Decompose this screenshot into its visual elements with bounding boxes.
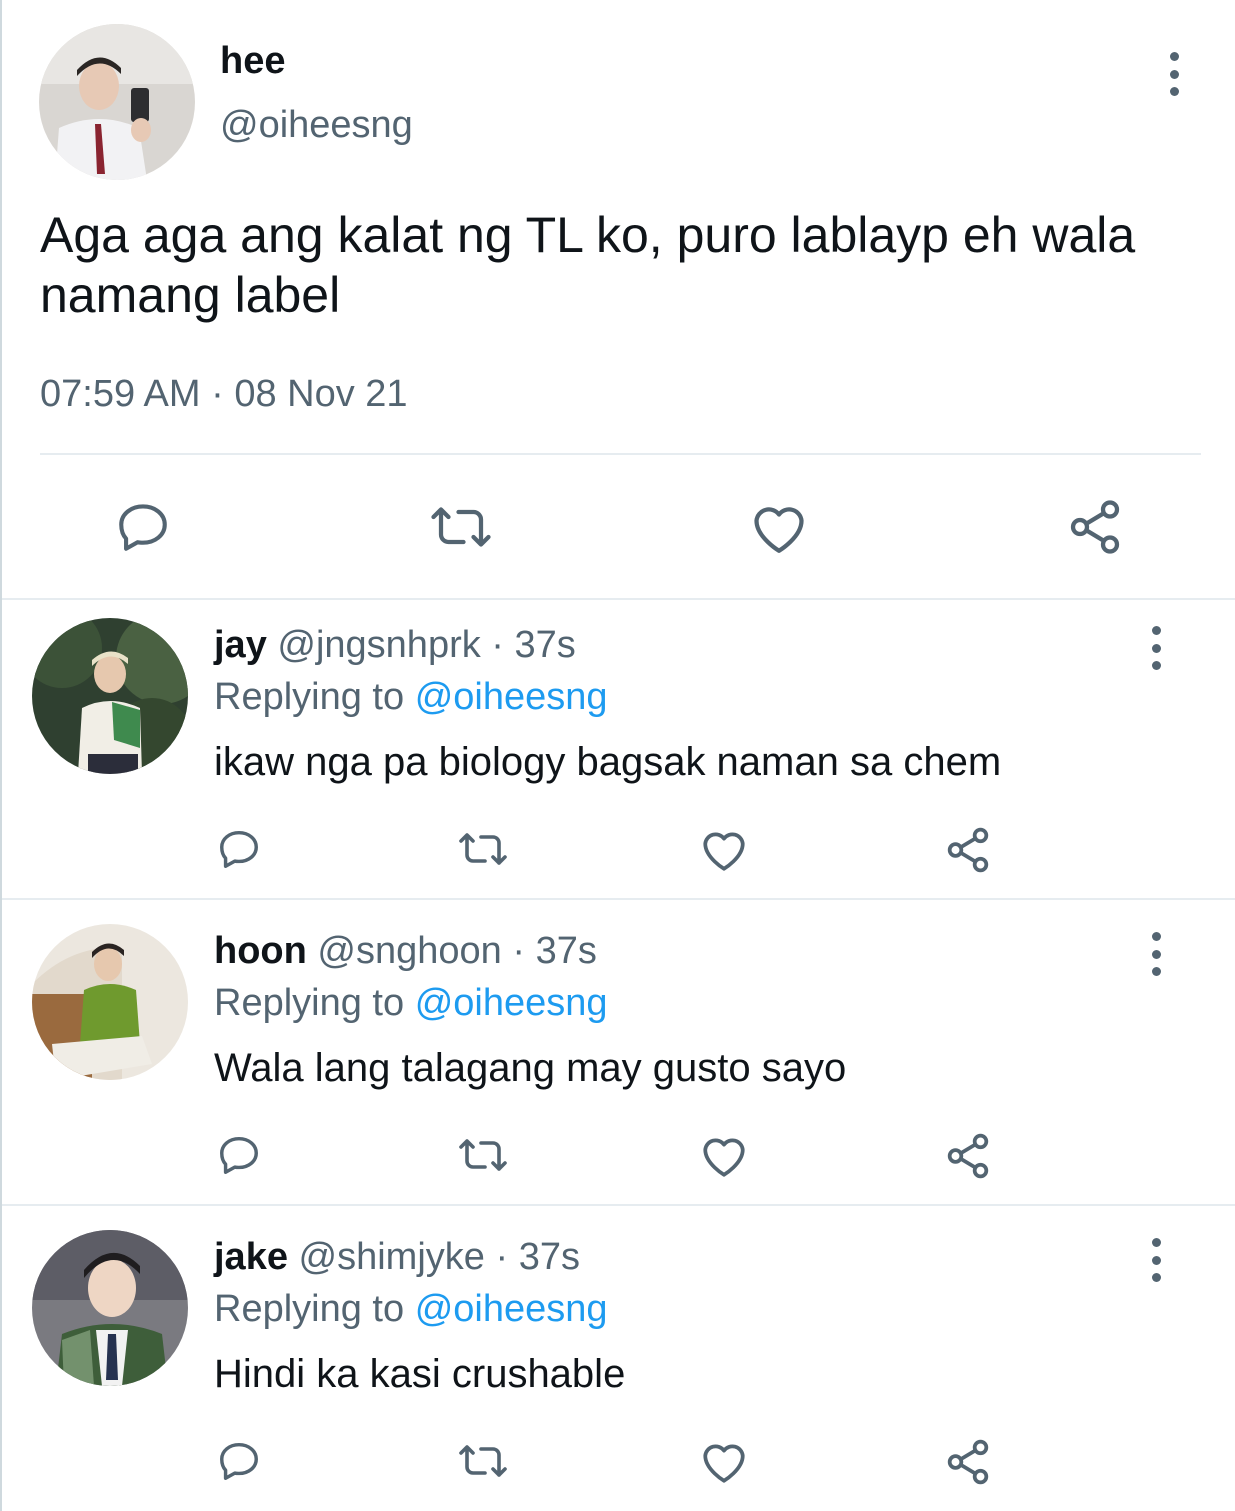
reply-header: jake @shimjyke · 37s	[214, 1236, 580, 1279]
replying-to-label: Replying to	[214, 1288, 405, 1330]
reply-author-handle[interactable]: @snghoon	[317, 930, 501, 972]
replying-to-link[interactable]: @oiheesng	[415, 982, 608, 1024]
reply-text: Hindi ka kasi crushable	[214, 1352, 626, 1396]
reply-header: hoon @snghoon · 37s	[214, 930, 597, 973]
divider	[40, 453, 1201, 455]
reply-author-name[interactable]: jake	[214, 1236, 288, 1278]
reply-avatar[interactable]	[32, 924, 188, 1080]
like-icon[interactable]	[698, 1436, 750, 1486]
tweet-thread: hee @oiheesng Aga aga ang kalat ng TL ko…	[0, 0, 1235, 1511]
more-options-icon[interactable]	[1146, 932, 1166, 976]
reply-avatar[interactable]	[32, 1230, 188, 1386]
main-avatar[interactable]	[39, 24, 195, 180]
reply-text: ikaw nga pa biology bagsak naman sa chem	[214, 740, 1002, 784]
replying-to: Replying to @oiheesng	[214, 982, 608, 1025]
retweet-icon[interactable]	[454, 824, 512, 874]
more-options-icon[interactable]	[1164, 52, 1184, 96]
reply-icon[interactable]	[214, 1130, 264, 1180]
reply-icon[interactable]	[110, 496, 176, 558]
like-icon[interactable]	[698, 1130, 750, 1180]
share-icon[interactable]	[942, 1130, 994, 1182]
reply-avatar[interactable]	[32, 618, 188, 774]
tweet-date: 08 Nov 21	[234, 373, 408, 415]
replying-to: Replying to @oiheesng	[214, 1288, 608, 1331]
main-author-handle[interactable]: @oiheesng	[220, 104, 413, 147]
reply-tweet[interactable]: jake @shimjyke · 37s Replying to @oihees…	[2, 1206, 1235, 1511]
reply-age: · 37s	[491, 624, 576, 666]
reply-author-handle[interactable]: @jngsnhprk	[277, 624, 480, 666]
reply-author-handle[interactable]: @shimjyke	[299, 1236, 485, 1278]
replying-to-label: Replying to	[214, 982, 405, 1024]
reply-age: · 37s	[495, 1236, 580, 1278]
reply-tweet[interactable]: hoon @snghoon · 37s Replying to @oiheesn…	[2, 900, 1235, 1204]
replying-to-link[interactable]: @oiheesng	[415, 1288, 608, 1330]
more-options-icon[interactable]	[1146, 1238, 1166, 1282]
share-icon[interactable]	[942, 1436, 994, 1488]
retweet-icon[interactable]	[426, 496, 496, 558]
share-icon[interactable]	[942, 824, 994, 876]
reply-author-name[interactable]: hoon	[214, 930, 307, 972]
tweet-time: 07:59 AM	[40, 373, 201, 415]
replying-to-link[interactable]: @oiheesng	[415, 676, 608, 718]
more-options-icon[interactable]	[1146, 626, 1166, 670]
reply-icon[interactable]	[214, 824, 264, 874]
main-tweet-text: Aga aga ang kalat ng TL ko, puro lablayp…	[40, 207, 1136, 323]
reply-text: Wala lang talagang may gusto sayo	[214, 1046, 847, 1090]
share-icon[interactable]	[1064, 496, 1126, 558]
retweet-icon[interactable]	[454, 1436, 512, 1486]
meta-separator: ·	[211, 373, 224, 415]
reply-icon[interactable]	[214, 1436, 264, 1486]
reply-age: · 37s	[512, 930, 597, 972]
main-author-name[interactable]: hee	[220, 40, 285, 83]
replying-to: Replying to @oiheesng	[214, 676, 608, 719]
like-icon[interactable]	[698, 824, 750, 874]
main-tweet-timestamp[interactable]: 07:59 AM · 08 Nov 21	[40, 373, 408, 416]
replying-to-label: Replying to	[214, 676, 405, 718]
like-icon[interactable]	[748, 496, 810, 558]
reply-author-name[interactable]: jay	[214, 624, 267, 666]
retweet-icon[interactable]	[454, 1130, 512, 1180]
reply-header: jay @jngsnhprk · 37s	[214, 624, 576, 667]
reply-tweet[interactable]: jay @jngsnhprk · 37s Replying to @oihees…	[2, 600, 1235, 898]
